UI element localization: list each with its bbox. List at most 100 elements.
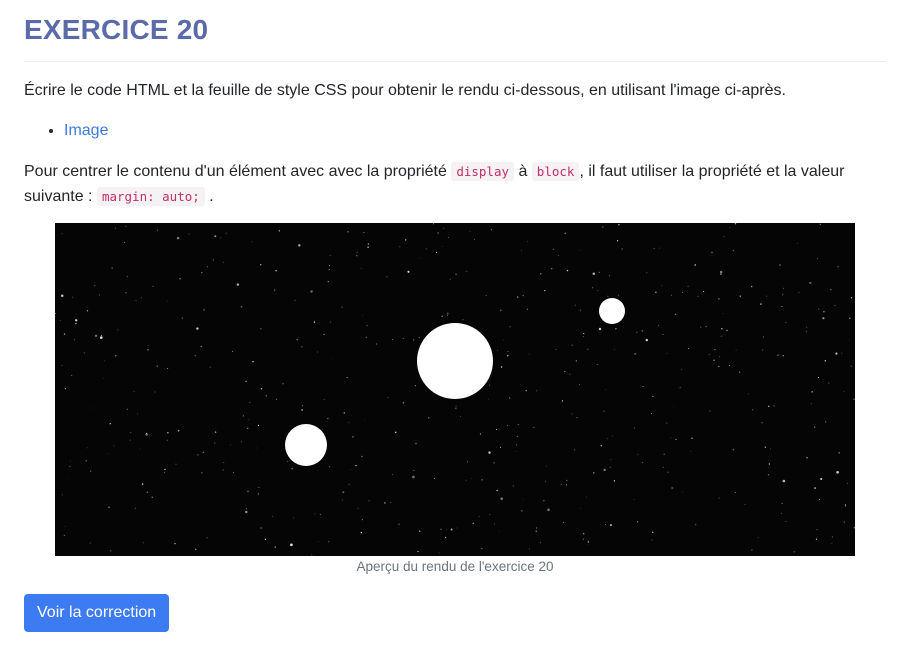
star <box>86 447 88 449</box>
star <box>133 391 135 392</box>
star <box>301 346 303 348</box>
star <box>257 493 260 495</box>
star <box>662 334 664 335</box>
image-link[interactable]: Image <box>64 122 108 139</box>
star <box>820 477 823 481</box>
star <box>561 400 564 402</box>
star <box>782 294 784 296</box>
star <box>687 285 689 288</box>
star <box>763 336 765 338</box>
star <box>197 454 199 456</box>
star <box>341 306 343 308</box>
view-correction-button[interactable]: Voir la correction <box>24 594 170 632</box>
star <box>360 267 362 269</box>
star <box>814 487 817 490</box>
star <box>571 413 573 415</box>
star <box>343 412 346 414</box>
star <box>744 503 746 506</box>
star <box>841 352 843 354</box>
star <box>328 269 330 271</box>
star <box>413 470 415 471</box>
star <box>507 351 509 352</box>
star <box>63 333 66 335</box>
star <box>509 396 511 398</box>
star <box>555 349 557 351</box>
star <box>375 343 377 345</box>
star <box>806 457 808 459</box>
star <box>719 356 721 358</box>
star <box>658 247 660 249</box>
star <box>188 233 190 235</box>
star <box>603 410 605 412</box>
star <box>386 276 388 278</box>
star <box>526 308 528 310</box>
star <box>317 351 318 353</box>
star <box>705 326 707 328</box>
star <box>671 487 673 489</box>
star <box>814 426 816 428</box>
star <box>252 360 254 363</box>
star <box>770 448 772 450</box>
star <box>732 449 735 451</box>
intro-text: Écrire le code HTML et la feuille de sty… <box>24 82 786 99</box>
star <box>517 296 519 298</box>
star <box>301 405 304 407</box>
star <box>441 246 443 247</box>
star <box>515 451 517 452</box>
star <box>111 267 113 269</box>
star <box>831 536 833 538</box>
star <box>533 426 535 429</box>
star <box>248 419 249 421</box>
star <box>560 483 562 485</box>
star <box>113 445 115 447</box>
star <box>233 471 235 473</box>
hint-text-1: Pour centrer le contenu d'un élément ave… <box>24 163 452 180</box>
star <box>653 248 655 249</box>
preview-caption: Aperçu du rendu de l'exercice 20 <box>356 559 554 574</box>
star <box>249 402 251 403</box>
star <box>503 339 505 341</box>
star <box>179 277 181 280</box>
star <box>135 299 137 302</box>
star <box>69 460 71 462</box>
code-block: block <box>531 162 580 181</box>
star <box>447 237 449 238</box>
star <box>455 405 457 407</box>
star <box>352 436 354 438</box>
star <box>583 336 584 338</box>
planet-small <box>599 298 625 324</box>
star <box>722 313 724 315</box>
star <box>156 365 158 367</box>
star <box>596 364 598 365</box>
star <box>437 232 439 234</box>
star <box>202 451 205 454</box>
star <box>703 291 705 293</box>
star <box>310 290 313 293</box>
star <box>89 542 91 544</box>
star <box>811 391 813 393</box>
star <box>815 538 817 540</box>
star <box>117 329 119 331</box>
star <box>576 417 578 419</box>
star <box>152 285 154 287</box>
star <box>126 408 129 410</box>
star <box>201 271 203 274</box>
star <box>726 329 728 332</box>
star <box>768 463 771 465</box>
star <box>720 335 722 337</box>
star <box>551 268 553 270</box>
star <box>612 435 614 437</box>
star <box>605 389 607 390</box>
star <box>407 270 410 273</box>
star <box>174 542 176 545</box>
star <box>652 395 654 398</box>
star <box>64 388 66 390</box>
star <box>443 227 445 229</box>
star <box>522 294 524 297</box>
star <box>760 303 762 305</box>
star <box>488 398 489 400</box>
star <box>313 321 316 324</box>
star <box>785 521 787 522</box>
star <box>232 350 234 353</box>
star <box>579 309 581 311</box>
